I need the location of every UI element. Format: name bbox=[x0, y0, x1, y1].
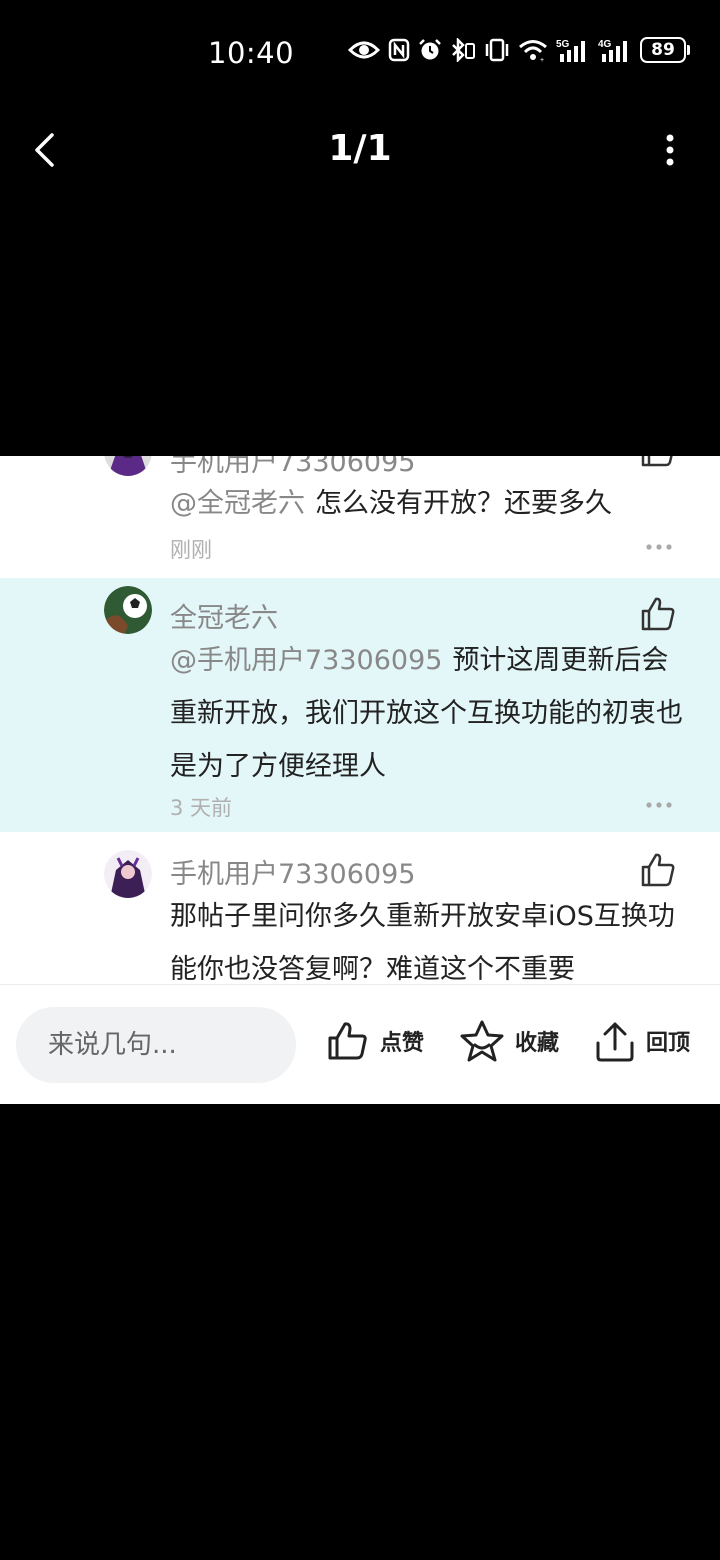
svg-text:4G: 4G bbox=[598, 39, 612, 50]
comment-input[interactable]: 来说几句... bbox=[16, 1007, 296, 1083]
bluetooth-icon bbox=[452, 38, 475, 62]
comment-body: 怎么没有开放？还要多久 bbox=[315, 488, 612, 519]
alarm-icon bbox=[419, 39, 441, 60]
battery-icon: 89 bbox=[640, 37, 690, 63]
comment-item-highlighted[interactable]: 全冠老六 @手机用户73306095 预计这周更新后会重新开放，我们开放这个互换功… bbox=[0, 578, 720, 832]
favorite-button[interactable]: 收藏 bbox=[459, 1019, 559, 1063]
comment-username[interactable]: 手机用户73306095 bbox=[170, 852, 415, 891]
vibrate-icon bbox=[485, 38, 509, 62]
eye-icon bbox=[348, 41, 380, 59]
comment-text: @手机用户73306095 预计这周更新后会重新开放，我们开放这个互换功能的初衷也… bbox=[170, 634, 685, 793]
screen: 10:40 + 5G 4G 89 1/1 手机用户73306095 @全冠老六 … bbox=[0, 0, 720, 1560]
avatar[interactable] bbox=[104, 456, 152, 476]
more-horizontal-icon[interactable] bbox=[645, 800, 673, 810]
like-icon[interactable] bbox=[638, 456, 678, 470]
battery-level: 89 bbox=[651, 39, 675, 60]
comment-username[interactable]: 手机用户73306095 bbox=[170, 456, 415, 479]
page-counter: 1/1 bbox=[328, 128, 392, 169]
comment-text: @全冠老六 怎么没有开放？还要多久 bbox=[170, 477, 685, 530]
more-horizontal-icon[interactable] bbox=[645, 542, 673, 552]
favorite-label: 收藏 bbox=[515, 1031, 560, 1056]
status-time: 10:40 bbox=[208, 36, 295, 70]
comment-body: 那帖子里问你多久重新开放安卓iOS互换功能你也没答复啊？难道这个不重要 bbox=[170, 901, 675, 985]
action-bar: 来说几句... 点赞 收藏 回顶 bbox=[0, 984, 720, 1104]
top-nav: 1/1 bbox=[0, 108, 720, 192]
more-button[interactable] bbox=[656, 130, 684, 170]
signal-4g-icon: 4G bbox=[598, 39, 627, 62]
signal-5g-icon: 5G bbox=[556, 39, 585, 62]
avatar[interactable] bbox=[104, 586, 152, 634]
comment-mention[interactable]: @手机用户73306095 bbox=[170, 645, 442, 676]
back-to-top-button[interactable]: 回顶 bbox=[594, 1019, 690, 1063]
more-vertical-icon bbox=[666, 134, 674, 166]
battery-body: 89 bbox=[640, 37, 686, 63]
comment-item[interactable]: 手机用户73306095 @全冠老六 怎么没有开放？还要多久 刚刚 bbox=[0, 456, 720, 578]
nfc-icon bbox=[388, 38, 410, 62]
wifi-icon: + bbox=[519, 40, 547, 62]
status-bar: 10:40 + 5G 4G 89 bbox=[0, 0, 720, 100]
like-button[interactable]: 点赞 bbox=[326, 1019, 424, 1063]
share-up-icon bbox=[596, 1022, 634, 1062]
comment-text: 那帖子里问你多久重新开放安卓iOS互换功能你也没答复啊？难道这个不重要 bbox=[170, 890, 685, 996]
battery-tip bbox=[687, 45, 690, 55]
comment-username[interactable]: 全冠老六 bbox=[170, 596, 278, 635]
like-icon[interactable] bbox=[638, 850, 678, 890]
comment-time: 刚刚 bbox=[170, 538, 212, 562]
thumbs-up-icon bbox=[328, 1022, 367, 1060]
like-label: 点赞 bbox=[380, 1031, 425, 1056]
back-to-top-label: 回顶 bbox=[646, 1031, 691, 1056]
comment-time: 3 天前 bbox=[170, 796, 233, 820]
comment-mention[interactable]: @全冠老六 bbox=[170, 488, 305, 519]
svg-text:+: + bbox=[540, 57, 544, 62]
status-icons: + 5G 4G 89 bbox=[348, 37, 690, 63]
star-icon bbox=[460, 1020, 504, 1062]
avatar[interactable] bbox=[104, 850, 152, 898]
like-icon[interactable] bbox=[638, 594, 678, 634]
svg-text:5G: 5G bbox=[556, 39, 570, 50]
